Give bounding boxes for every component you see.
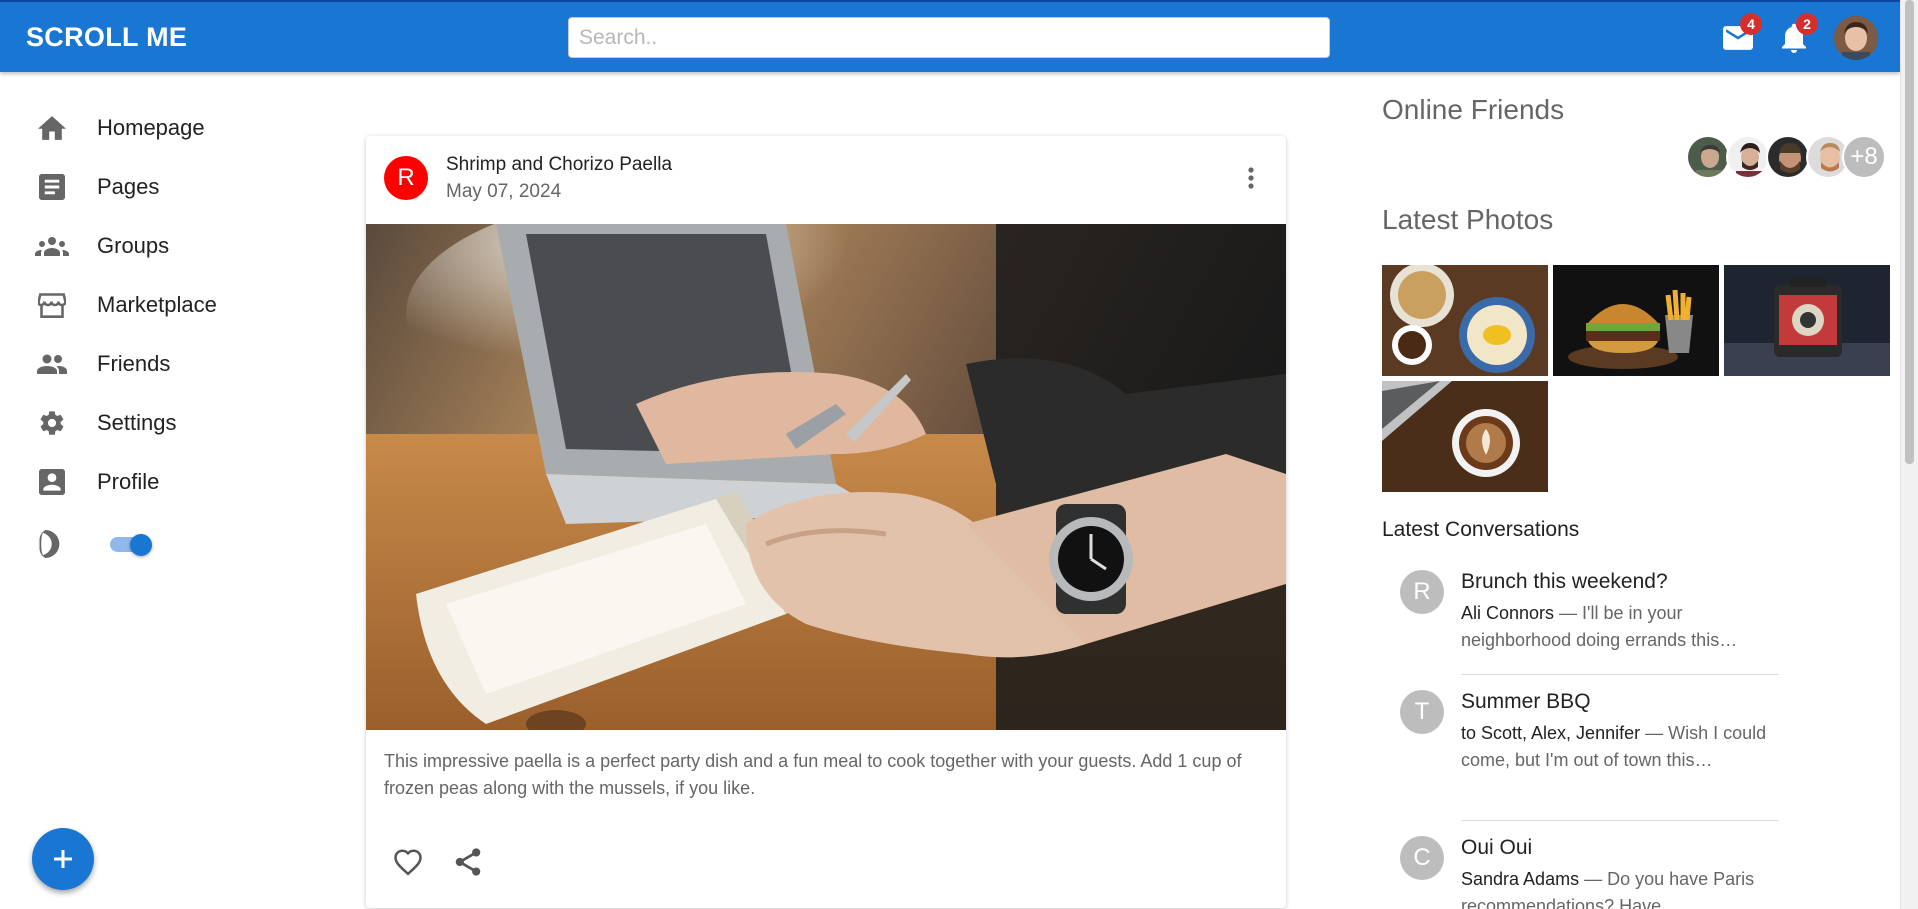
like-button[interactable] — [388, 842, 428, 882]
notification-count-badge: 2 — [1796, 13, 1818, 35]
conversation-avatar: C — [1400, 836, 1444, 880]
post-title: Shrimp and Chorizo Paella — [446, 154, 673, 175]
share-icon — [455, 848, 481, 876]
conversation-avatar: T — [1400, 690, 1444, 734]
sidebar-item-label: Friends — [97, 351, 171, 376]
latest-photo-thumbnail[interactable] — [1553, 265, 1719, 376]
sidebar-item-label: Profile — [97, 469, 160, 494]
conversation-divider — [1461, 820, 1779, 821]
sidebar-item-label: Settings — [97, 410, 177, 435]
post-image[interactable] — [366, 224, 1286, 730]
mail-count-badge: 4 — [1740, 13, 1762, 35]
more-vertical-icon — [1248, 167, 1254, 189]
storefront-icon — [34, 291, 70, 319]
latest-photos-heading: Latest Photos — [1382, 204, 1554, 235]
conversation-from: Ali Connors — [1461, 603, 1555, 623]
plus-icon — [54, 850, 72, 868]
dark-mode-toggle[interactable] — [110, 534, 154, 556]
sidebar-item-label: Marketplace — [97, 292, 217, 317]
post-author-avatar[interactable]: R — [384, 156, 428, 200]
post-text: This impressive paella is a perfect part… — [384, 751, 1242, 798]
conversation-subject: Brunch this weekend? — [1461, 570, 1668, 593]
gear-icon — [34, 409, 70, 437]
search-input[interactable] — [568, 17, 1330, 58]
user-photo — [1834, 16, 1878, 60]
sidebar-item-profile[interactable]: Profile — [0, 455, 300, 509]
home-icon — [34, 114, 70, 142]
app-title[interactable]: SCROLL ME — [26, 22, 187, 53]
conversation-preview: Ali Connors — I'll be in your neighborho… — [1461, 600, 1781, 654]
conversation-preview: to Scott, Alex, Jennifer — Wish I could … — [1461, 720, 1781, 774]
conversation-from: to Scott, Alex, Jennifer — [1461, 723, 1641, 743]
conversation-from: Sandra Adams — [1461, 869, 1580, 889]
post-card: R Shrimp and Chorizo Paella May 07, 2024 — [366, 136, 1286, 908]
sidebar-item-label: Homepage — [97, 115, 205, 140]
online-friend-avatar[interactable] — [1726, 135, 1770, 179]
share-button[interactable] — [448, 842, 488, 882]
post-menu-button[interactable] — [1236, 158, 1266, 198]
conversation-avatar: R — [1400, 570, 1444, 614]
sidebar-item-label: Groups — [97, 233, 170, 258]
sidebar-item-label: Pages — [97, 174, 160, 199]
online-friends-heading: Online Friends — [1382, 94, 1565, 125]
moon-icon — [38, 530, 62, 563]
conversation-subject: Summer BBQ — [1461, 690, 1591, 713]
sidebar-item-marketplace[interactable]: Marketplace — [0, 278, 300, 332]
conversation-item[interactable]: C Oui Oui Sandra Adams — Do you have Par… — [1400, 836, 1780, 909]
page-scrollbar[interactable] — [1900, 0, 1918, 909]
latest-photo-thumbnail[interactable] — [1382, 265, 1548, 376]
app-bar: SCROLL ME 4 2 — [0, 0, 1900, 72]
sidebar-item-homepage[interactable]: Homepage — [0, 101, 300, 155]
online-friend-avatar[interactable] — [1686, 135, 1730, 179]
more-online-friends[interactable]: +8 — [1842, 135, 1886, 179]
toggle-knob — [130, 534, 152, 556]
sidebar-item-pages[interactable]: Pages — [0, 160, 300, 214]
heart-icon — [394, 849, 422, 876]
notifications-button[interactable]: 2 — [1772, 13, 1818, 60]
online-friend-avatar[interactable] — [1766, 135, 1810, 179]
add-fab-button[interactable] — [32, 828, 94, 890]
conversation-subject: Oui Oui — [1461, 836, 1533, 859]
conversation-divider — [1461, 674, 1779, 675]
sidebar-item-friends[interactable]: Friends — [0, 337, 300, 391]
user-avatar[interactable] — [1834, 16, 1878, 60]
sidebar-item-settings[interactable]: Settings — [0, 396, 300, 450]
scrollbar-thumb[interactable] — [1905, 0, 1914, 464]
sidebar-item-groups[interactable]: Groups — [0, 219, 300, 273]
latest-conversations-heading: Latest Conversations — [1382, 518, 1580, 541]
groups-icon — [34, 232, 70, 260]
post-date: May 07, 2024 — [446, 181, 562, 202]
latest-photo-thumbnail[interactable] — [1382, 381, 1548, 492]
latest-photo-thumbnail[interactable] — [1724, 265, 1890, 376]
article-icon — [34, 173, 70, 201]
account-box-icon — [34, 468, 70, 496]
mail-button[interactable]: 4 — [1716, 13, 1762, 60]
people-icon — [34, 350, 70, 378]
conversation-preview: Sandra Adams — Do you have Paris recomme… — [1461, 866, 1780, 909]
